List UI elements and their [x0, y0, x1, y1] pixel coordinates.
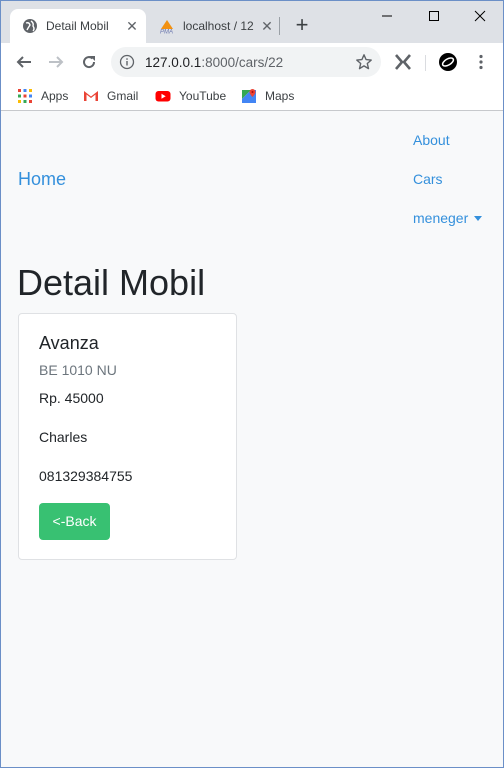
minimize-button[interactable] — [374, 5, 400, 27]
browser-toolbar: 127.0.0.1:8000/cars/22 — [1, 43, 503, 81]
nav-home-link[interactable]: Home — [18, 169, 66, 190]
bookmark-apps[interactable]: Apps — [17, 86, 68, 106]
close-icon[interactable]: ✕ — [124, 18, 140, 34]
bookmark-label: Apps — [41, 89, 69, 103]
globe-icon — [22, 18, 38, 34]
x-extension-icon[interactable] — [392, 51, 414, 73]
car-owner: Charles — [39, 429, 88, 445]
url-host: 127.0.0.1 — [145, 55, 202, 70]
close-window-button[interactable] — [467, 5, 493, 27]
bookmark-label: YouTube — [179, 89, 227, 103]
profile-extension-icon[interactable] — [437, 51, 459, 73]
reload-icon[interactable] — [77, 50, 101, 74]
nav-about-link[interactable]: About — [413, 132, 450, 148]
address-bar[interactable]: 127.0.0.1:8000/cars/22 — [111, 47, 381, 77]
nav-user-dropdown[interactable]: meneger — [413, 210, 483, 226]
tab-title: Detail Mobil — [46, 19, 109, 33]
car-price: Rp. 45000 — [39, 390, 104, 406]
maps-icon — [241, 88, 257, 104]
bookmark-label: Maps — [265, 89, 295, 103]
tab-strip: Detail Mobil ✕ PMA localhost / 12 ✕ + — [1, 1, 503, 43]
bookmark-label: Gmail — [107, 89, 139, 103]
nav-cars-link[interactable]: Cars — [413, 171, 443, 187]
bookmark-maps[interactable]: Maps — [241, 86, 294, 106]
tab-title: localhost / 12 — [183, 19, 254, 33]
gmail-icon — [83, 88, 99, 104]
back-arrow-icon[interactable] — [12, 50, 36, 74]
maximize-button[interactable] — [421, 5, 447, 27]
svg-text:PMA: PMA — [160, 30, 173, 35]
tab-localhost[interactable]: PMA localhost / 12 ✕ — [151, 9, 281, 43]
car-name: Avanza — [39, 333, 99, 353]
info-icon[interactable] — [119, 54, 135, 70]
kebab-menu-icon[interactable] — [470, 51, 492, 73]
toolbar-divider — [425, 55, 426, 71]
tab-detail-mobil[interactable]: Detail Mobil ✕ — [10, 9, 146, 43]
bookmark-youtube[interactable]: YouTube — [155, 86, 226, 106]
browser-window: Detail Mobil ✕ PMA localhost / 12 ✕ + 12… — [0, 0, 504, 768]
caret-down-icon — [474, 216, 483, 221]
page-content: Home About Cars meneger Detail Mobil Ava… — [1, 112, 503, 767]
phpmyadmin-icon: PMA — [159, 18, 175, 36]
user-name: meneger — [413, 210, 469, 226]
bookmarks-bar: Apps Gmail YouTube Maps — [1, 81, 503, 111]
forward-arrow-icon[interactable] — [44, 50, 68, 74]
new-tab-button[interactable]: + — [291, 14, 313, 37]
bookmark-star-icon[interactable] — [355, 53, 373, 71]
car-detail-card: Avanza BE 1010 NU Rp. 45000 Charles 0813… — [18, 313, 237, 560]
car-plate: BE 1010 NU — [39, 362, 117, 378]
close-icon[interactable]: ✕ — [259, 18, 275, 34]
bookmark-gmail[interactable]: Gmail — [83, 86, 138, 106]
url-text[interactable]: 127.0.0.1:8000/cars/22 — [145, 55, 283, 70]
apps-grid-icon — [17, 88, 33, 104]
url-path: :8000/cars/22 — [201, 55, 284, 70]
page-title: Detail Mobil — [17, 262, 206, 303]
youtube-icon — [155, 88, 171, 104]
car-phone: 081329384755 — [39, 468, 133, 484]
tab-divider — [279, 17, 280, 35]
back-button[interactable]: <-Back — [39, 503, 110, 540]
